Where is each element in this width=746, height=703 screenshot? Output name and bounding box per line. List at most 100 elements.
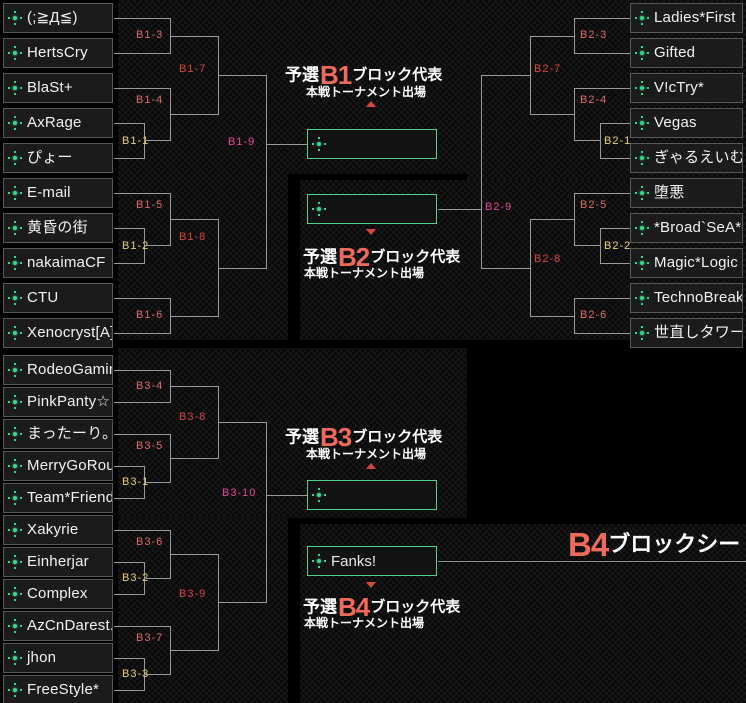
team-box[interactable]: まったーり。: [3, 419, 113, 449]
bracket-line: [600, 158, 630, 159]
entry-marker-icon: [8, 459, 22, 473]
team-box[interactable]: ぎゃるえいむ: [630, 143, 743, 173]
bracket-line: [481, 268, 530, 269]
team-box[interactable]: *Broad`SeA*: [630, 213, 743, 243]
bracket-line: [114, 434, 170, 435]
bracket-line: [114, 18, 170, 19]
team-box[interactable]: Xakyrie: [3, 515, 113, 545]
team-box[interactable]: Complex: [3, 579, 113, 609]
bracket-line: [574, 53, 630, 54]
team-box[interactable]: Magic*Logic: [630, 248, 743, 278]
team-box[interactable]: jhon: [3, 643, 113, 673]
team-name: jhon: [27, 649, 57, 666]
team-box[interactable]: FreeStyle*: [3, 675, 113, 703]
match-id: B2-7: [534, 63, 562, 75]
bracket-line: [114, 690, 144, 691]
match-id: B1-1: [122, 135, 150, 147]
heading-suffix: ブロック代表: [352, 66, 443, 84]
team-box[interactable]: Ladies*First: [630, 3, 743, 33]
bracket-line: [574, 298, 575, 334]
bracket-line: [114, 333, 170, 334]
team-box[interactable]: RodeoGaming: [3, 355, 113, 385]
entry-marker-icon: [8, 221, 22, 235]
team-box[interactable]: AzCnDarest.: [3, 611, 113, 641]
bracket-line: [144, 140, 170, 141]
team-name: Ladies*First: [654, 9, 736, 26]
team-box[interactable]: Team*Friend*: [3, 483, 113, 513]
team-name: MerryGoRounD: [27, 457, 112, 474]
entry-marker-icon: [8, 186, 22, 200]
bracket-line: [144, 245, 170, 246]
bracket-line: [574, 140, 600, 141]
bracket-line: [114, 626, 170, 627]
team-name: Complex: [27, 585, 88, 602]
team-box[interactable]: nakaimaCF: [3, 248, 113, 278]
bracket-line: [600, 228, 601, 264]
match-id: B2-2: [604, 240, 632, 252]
team-box[interactable]: Vegas: [630, 108, 743, 138]
team-name: V!cTry*: [654, 79, 705, 96]
bracket-line: [114, 562, 144, 563]
team-box[interactable]: TechnoBreak: [630, 283, 743, 313]
bracket-line: [574, 298, 630, 299]
team-box[interactable]: 堕悪: [630, 178, 743, 208]
heading-yosen: 予選: [303, 247, 337, 267]
team-name: 堕悪: [654, 184, 685, 201]
entry-marker-icon: [8, 555, 22, 569]
team-box[interactable]: Einherjar: [3, 547, 113, 577]
team-box[interactable]: 世直しタワー: [630, 318, 743, 348]
bracket-line: [170, 114, 218, 115]
entry-marker-icon: [8, 651, 22, 665]
bracket-line: [114, 53, 170, 54]
entry-marker-icon: [635, 291, 649, 305]
bracket-line: [218, 268, 266, 269]
team-box[interactable]: E-mail: [3, 178, 113, 208]
team-box[interactable]: MerryGoRounD: [3, 451, 113, 481]
entry-marker-icon: [312, 488, 326, 502]
bracket-line: [144, 674, 170, 675]
bracket-line: [530, 36, 531, 115]
team-box[interactable]: 黄昏の街: [3, 213, 113, 243]
team-box[interactable]: PinkPanty☆: [3, 387, 113, 417]
team-box[interactable]: ぴょー: [3, 143, 113, 173]
block-winner-box-b1[interactable]: [307, 129, 437, 159]
bracket-line: [170, 458, 218, 459]
entry-marker-icon: [635, 151, 649, 165]
heading-yosen: 予選: [285, 427, 319, 447]
team-box[interactable]: CTU: [3, 283, 113, 313]
block-winner-box-b2[interactable]: [307, 194, 437, 224]
entry-marker-icon: [8, 11, 22, 25]
match-id: B2-5: [580, 199, 608, 211]
match-id: B2-1: [604, 135, 632, 147]
entry-marker-icon: [312, 554, 326, 568]
block-winner-box-b3[interactable]: [307, 480, 437, 510]
entry-marker-icon: [8, 46, 22, 60]
team-box[interactable]: V!cTry*: [630, 73, 743, 103]
team-box[interactable]: Xenocryst[A]: [3, 318, 113, 348]
bracket-line: [574, 245, 600, 246]
bracket-line: [574, 18, 630, 19]
entry-marker-icon: [8, 683, 22, 697]
team-box[interactable]: (;≧Д≦): [3, 3, 113, 33]
team-name: ぎゃるえいむ: [654, 149, 743, 166]
heading-yosen: 予選: [303, 597, 337, 617]
block-subtitle-b4: 本戦トーナメント出場: [304, 616, 425, 630]
match-id: B3-7: [136, 632, 164, 644]
seed-suffix: ブロックシード: [608, 531, 746, 557]
team-box[interactable]: BlaSt+: [3, 73, 113, 103]
match-id: B1-6: [136, 309, 164, 321]
bracket-line: [144, 578, 170, 579]
bracket-line: [114, 228, 144, 229]
bracket-line: [114, 498, 144, 499]
team-box[interactable]: HertsCry: [3, 38, 113, 68]
team-box[interactable]: Gifted: [630, 38, 743, 68]
block-winner-box-b4[interactable]: Fanks!: [307, 546, 437, 576]
match-id: B1-4: [136, 94, 164, 106]
match-id: B3-4: [136, 380, 164, 392]
bracket-line: [114, 193, 170, 194]
team-name: Magic*Logic: [654, 254, 738, 271]
bracket-line: [530, 36, 574, 37]
entry-marker-icon: [8, 523, 22, 537]
team-box[interactable]: AxRage: [3, 108, 113, 138]
entry-marker-icon: [8, 116, 22, 130]
